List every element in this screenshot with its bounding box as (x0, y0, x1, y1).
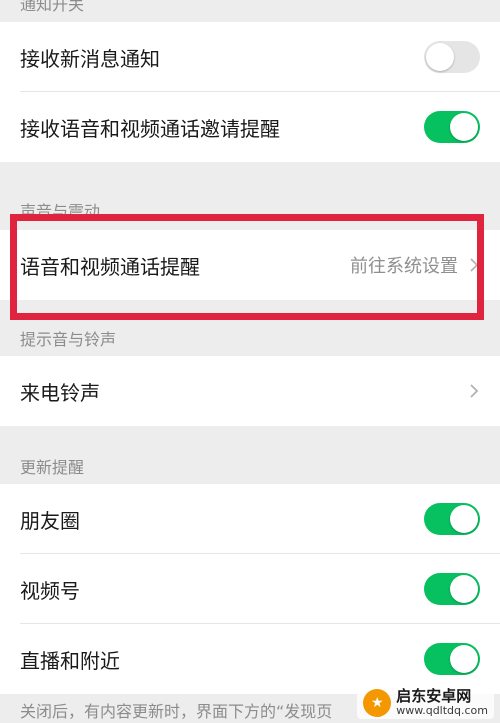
toggle-knob (450, 113, 478, 141)
channels-toggle[interactable] (424, 573, 480, 605)
row-live-nearby: 直播和附近 (0, 624, 500, 694)
row-receive-call-invite: 接收语音和视频通话邀请提醒 (0, 92, 500, 162)
toggle-knob (450, 645, 478, 673)
updates-group: 朋友圈 视频号 直播和附近 (0, 484, 500, 694)
toggle-knob (450, 505, 478, 533)
toggle-knob (450, 575, 478, 603)
system-settings-link[interactable]: 前往系统设置 (350, 252, 458, 278)
watermark: ★ 启东安卓网 www.qdltdq.com (357, 687, 494, 719)
row-label: 语音和视频通话提醒 (20, 254, 200, 279)
section-header-sound: 声音与震动 (20, 202, 101, 221)
tones-group: 来电铃声 (0, 356, 500, 426)
toggle-knob (426, 43, 454, 71)
notifications-group: 接收新消息通知 接收语音和视频通话邀请提醒 (0, 22, 500, 162)
section-header-updates: 更新提醒 (20, 458, 85, 477)
row-label: 视频号 (20, 578, 80, 603)
sound-group: 语音和视频通话提醒 前往系统设置 (0, 230, 500, 300)
chevron-right-icon (470, 258, 479, 272)
watermark-title: 启东安卓网 (396, 687, 472, 706)
row-label: 接收语音和视频通话邀请提醒 (20, 116, 280, 141)
row-label: 来电铃声 (20, 380, 100, 405)
receive-call-invite-toggle[interactable] (424, 111, 480, 143)
row-moments: 朋友圈 (0, 484, 500, 554)
row-label: 直播和附近 (20, 648, 120, 673)
row-ringtone[interactable]: 来电铃声 (0, 356, 500, 426)
row-call-reminder[interactable]: 语音和视频通话提醒 前往系统设置 (0, 230, 500, 300)
chevron-right-icon (470, 384, 479, 398)
watermark-logo-icon: ★ (363, 689, 392, 717)
footer-note: 关闭后，有内容更新时，界面下方的“发现页 (20, 702, 333, 721)
live-nearby-toggle[interactable] (424, 643, 480, 675)
row-receive-new-message: 接收新消息通知 (0, 22, 500, 92)
watermark-url: www.qdltdq.com (396, 704, 488, 718)
row-label: 朋友圈 (20, 508, 80, 533)
row-label: 接收新消息通知 (20, 46, 160, 71)
row-channels: 视频号 (0, 554, 500, 624)
receive-new-message-toggle[interactable] (424, 41, 480, 73)
section-header-notifications: 通知开关 (20, 0, 85, 14)
section-header-tones: 提示音与铃声 (20, 330, 117, 349)
moments-toggle[interactable] (424, 503, 480, 535)
